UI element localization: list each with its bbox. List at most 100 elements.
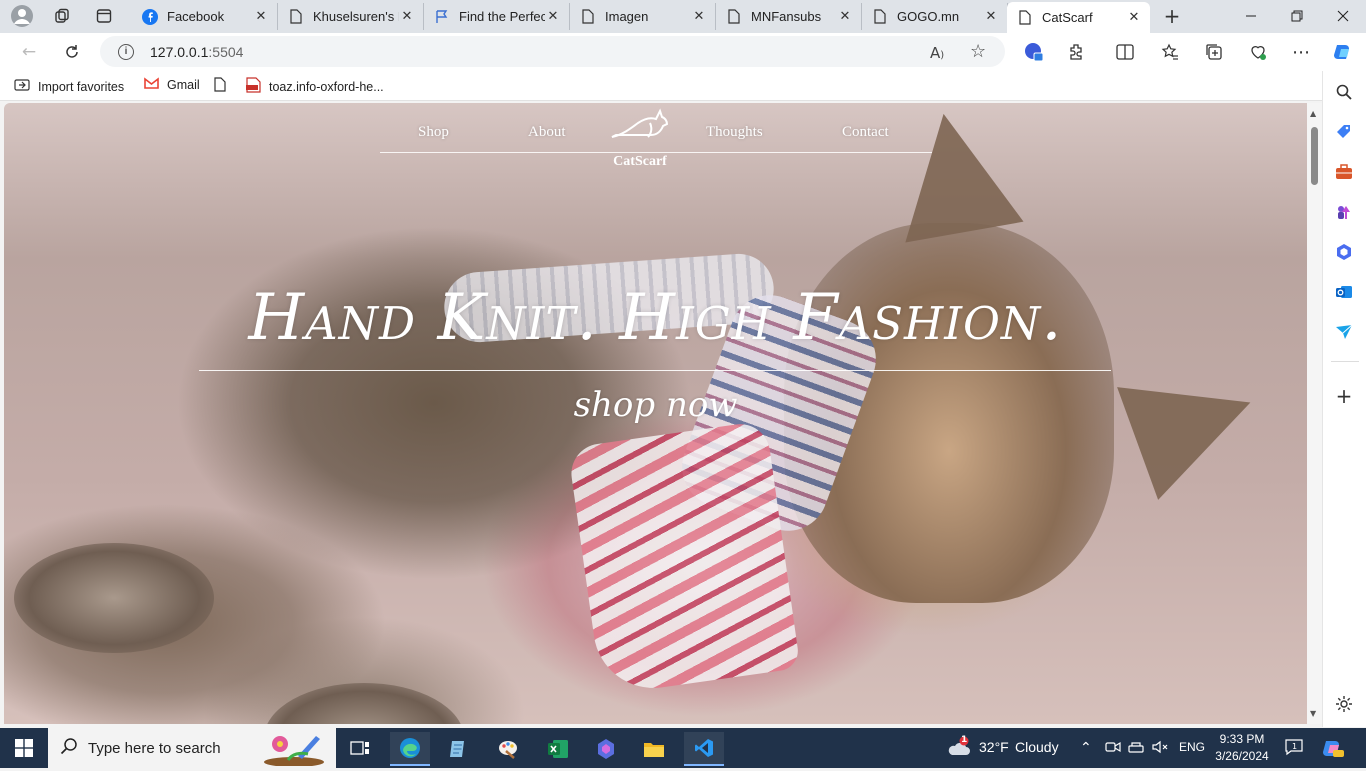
windows-start-icon[interactable] (0, 728, 48, 768)
gmail-icon (144, 77, 159, 93)
url-port: :5504 (208, 43, 244, 60)
scroll-up-icon[interactable]: ▲ (1310, 109, 1316, 118)
weather-text[interactable]: Cloudy (1015, 739, 1059, 755)
tab-imagen[interactable]: Imagen ✕ (570, 3, 716, 30)
meet-now-icon[interactable] (1105, 740, 1121, 758)
clock-time: 9:33 PM (1219, 732, 1265, 746)
volume-muted-icon[interactable] (1152, 740, 1168, 758)
close-window-button[interactable] (1320, 0, 1366, 32)
facebook-icon (142, 8, 158, 25)
nav-thoughts[interactable]: Thoughts (706, 124, 763, 141)
nav-contact[interactable]: Contact (842, 124, 889, 141)
shop-now-link[interactable]: shop now (4, 385, 1307, 425)
copilot-icon[interactable] (1330, 40, 1356, 64)
site-info-icon[interactable]: i (118, 43, 134, 60)
copilot-preview-icon[interactable] (1321, 736, 1345, 764)
address-bar[interactable]: i 127.0.0.1:5504 A) ☆ (100, 36, 1005, 67)
tab-mnfansubs[interactable]: MNFansubs ✕ (716, 3, 862, 30)
tab-catscarf[interactable]: CatScarf ✕ (1007, 2, 1150, 33)
minimize-button[interactable] (1228, 0, 1274, 32)
tab-gogo[interactable]: GOGO.mn ✕ (862, 3, 1008, 30)
nav-about[interactable]: About (528, 124, 566, 141)
vscode-app-icon[interactable] (684, 732, 724, 766)
taskbar-search-input[interactable]: Type here to search (48, 728, 336, 768)
scroll-down-icon[interactable]: ▼ (1310, 709, 1316, 718)
close-icon[interactable]: ✕ (1126, 10, 1142, 25)
tab-actions-icon[interactable] (90, 4, 118, 28)
search-icon (60, 737, 78, 759)
favorite-toaz[interactable]: toaz.info-oxford-he... (246, 77, 384, 97)
pdf-icon (246, 77, 261, 97)
search-placeholder: Type here to search (88, 739, 221, 757)
browser-essentials-icon[interactable] (1245, 40, 1271, 64)
back-button[interactable]: ← (14, 38, 44, 66)
edge-taskbar-icon[interactable] (390, 732, 430, 766)
drop-send-icon[interactable] (1333, 321, 1355, 343)
page-icon (214, 77, 226, 96)
split-screen-icon[interactable] (1112, 40, 1138, 64)
extensions-icon[interactable] (1064, 40, 1090, 64)
close-icon[interactable]: ✕ (983, 9, 999, 24)
favorites-bar: Import favorites Gmail toaz.info-oxford-… (0, 71, 1366, 101)
favorite-star-icon[interactable]: ☆ (970, 41, 986, 62)
search-highlight-icon (258, 730, 330, 771)
hero-headline: Hand Knit. High Fashion. (248, 281, 1063, 355)
url-text[interactable]: 127.0.0.1:5504 (150, 44, 243, 60)
favorite-page[interactable] (214, 77, 234, 96)
close-icon[interactable]: ✕ (253, 9, 269, 24)
tab-label: MNFansubs (751, 9, 822, 24)
close-icon[interactable]: ✕ (837, 9, 853, 24)
notepad-app-icon[interactable] (438, 732, 478, 766)
close-icon[interactable]: ✕ (399, 9, 415, 24)
svg-text:1: 1 (1292, 742, 1297, 751)
network-icon[interactable] (1128, 740, 1144, 758)
task-view-icon[interactable] (340, 732, 380, 766)
flag-icon (434, 9, 450, 25)
tools-briefcase-icon[interactable] (1333, 161, 1355, 183)
weather-badge: 1 (961, 735, 968, 745)
settings-more-icon[interactable]: ⋯ (1288, 40, 1314, 64)
copilot-extension-icon[interactable] (1021, 40, 1047, 64)
weather-temp[interactable]: 32°F (979, 739, 1009, 755)
copilot-app-icon[interactable] (586, 732, 626, 766)
language-indicator[interactable]: ENG (1179, 740, 1205, 754)
restore-button[interactable] (1274, 0, 1320, 32)
collections-icon[interactable] (1201, 40, 1227, 64)
clock[interactable]: 9:33 PM 3/26/2024 (1212, 731, 1272, 765)
favorite-label: toaz.info-oxford-he... (269, 80, 384, 94)
paint-app-icon[interactable] (488, 732, 528, 766)
file-explorer-icon[interactable] (634, 732, 674, 766)
page-icon (872, 9, 888, 25)
profile-icon[interactable] (8, 4, 36, 28)
tab-facebook[interactable]: Facebook ✕ (132, 3, 278, 30)
shopping-tag-icon[interactable] (1333, 121, 1355, 143)
chevron-up-icon[interactable]: ⌃ (1080, 740, 1092, 756)
search-icon[interactable] (1333, 81, 1355, 103)
notifications-icon[interactable]: 1 (1285, 738, 1303, 760)
close-icon[interactable]: ✕ (545, 9, 561, 24)
page-scrollbar[interactable]: ▲ ▼ (1307, 103, 1322, 724)
excel-app-icon[interactable] (538, 732, 578, 766)
weather-cloudy-icon[interactable] (946, 736, 972, 762)
tab-khuselsuren[interactable]: Khuselsuren's P ✕ (278, 3, 424, 30)
outlook-icon[interactable] (1333, 281, 1355, 303)
games-icon[interactable] (1333, 201, 1355, 223)
read-aloud-icon[interactable]: A) (930, 44, 944, 62)
site-logo[interactable]: CatScarf (605, 107, 675, 169)
workspaces-icon[interactable] (48, 4, 76, 28)
sidebar-settings-icon[interactable] (1333, 693, 1355, 715)
new-tab-button[interactable]: + (1158, 4, 1186, 28)
close-icon[interactable]: ✕ (691, 9, 707, 24)
favorite-gmail[interactable]: Gmail (144, 77, 200, 93)
edge-sidebar: + (1322, 71, 1366, 727)
add-sidebar-app-icon[interactable]: + (1333, 384, 1355, 408)
nav-shop[interactable]: Shop (418, 124, 449, 141)
cat-logo-icon (605, 107, 675, 148)
tab-find-the-perfect[interactable]: Find the Perfect ✕ (424, 3, 570, 30)
refresh-button[interactable] (57, 38, 87, 66)
favorite-import[interactable]: Import favorites (14, 77, 124, 97)
favorites-icon[interactable] (1157, 40, 1183, 64)
scroll-thumb[interactable] (1311, 127, 1318, 185)
favorite-label: Gmail (167, 78, 200, 92)
microsoft-365-icon[interactable] (1333, 241, 1355, 263)
